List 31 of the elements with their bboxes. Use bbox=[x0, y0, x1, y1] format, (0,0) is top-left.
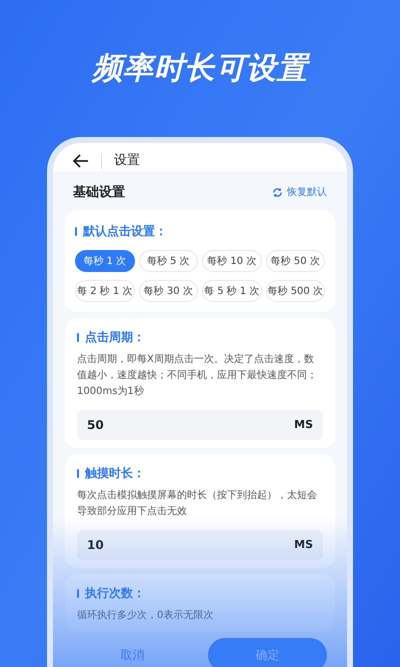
card-title: 执行次数： bbox=[85, 585, 145, 602]
card-description: 每次点击模拟触摸屏幕的时长（按下到抬起），太短会导致部分应用下点击无效 bbox=[77, 488, 318, 519]
rate-chip[interactable]: 每秒 1 次 bbox=[75, 250, 134, 272]
card-title: 点击周期： bbox=[85, 329, 145, 346]
card-title: 触摸时长： bbox=[85, 465, 145, 482]
card-description: 循环执行多少次，0表示无限次 bbox=[77, 608, 214, 623]
field-value: 50 bbox=[87, 417, 104, 434]
card-title: 默认点击设置： bbox=[83, 223, 167, 240]
rate-chip[interactable]: 每 5 秒 1 次 bbox=[202, 280, 262, 302]
rate-chip[interactable]: 每 2 秒 1 次 bbox=[75, 280, 134, 302]
field-value: 10 bbox=[87, 537, 104, 554]
accent-bar bbox=[77, 588, 79, 598]
accent-bar bbox=[77, 332, 79, 342]
unit-label: MS bbox=[294, 536, 313, 553]
reset-button[interactable]: 恢复默认 bbox=[272, 184, 327, 200]
rate-chip[interactable]: 每秒 10 次 bbox=[202, 250, 262, 272]
refresh-icon bbox=[272, 186, 283, 198]
accent-bar bbox=[75, 226, 77, 236]
rate-chip[interactable]: 每秒 30 次 bbox=[138, 280, 198, 302]
page-title: 设置 bbox=[114, 152, 140, 170]
headline: 频率时长可设置 bbox=[92, 46, 308, 91]
accent-bar bbox=[77, 468, 79, 478]
card-description: 点击周期，即每X周期点击一次。决定了点击速度，数值越小，速度越快；不同手机，应用下最快速度不同；1000ms为1秒 bbox=[77, 352, 318, 399]
back-icon[interactable] bbox=[73, 154, 89, 168]
section-title: 基础设置 bbox=[73, 184, 125, 202]
value-field[interactable]: 50 MS bbox=[77, 410, 323, 440]
unit-label: MS bbox=[294, 416, 313, 433]
rate-chip[interactable]: 每秒 5 次 bbox=[138, 250, 198, 272]
rate-chip[interactable]: 每秒 50 次 bbox=[266, 250, 325, 272]
rate-chip[interactable]: 每秒 500 次 bbox=[266, 280, 325, 302]
value-field[interactable]: 10 MS bbox=[77, 530, 323, 560]
